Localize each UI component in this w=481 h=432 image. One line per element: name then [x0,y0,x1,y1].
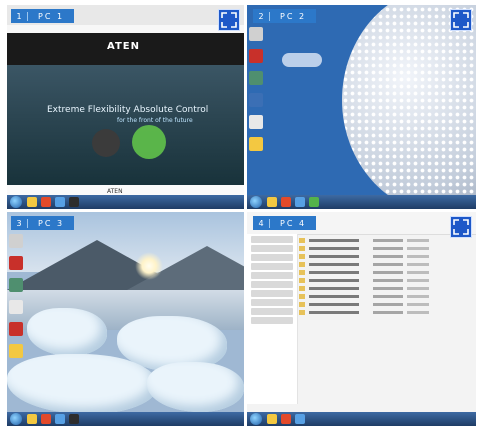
folder-icon[interactable] [9,344,23,358]
list-item[interactable] [299,253,472,260]
desktop-icons[interactable] [9,234,23,358]
pc4-number: 4 [253,218,270,228]
recycle-bin-icon[interactable] [249,27,263,41]
product-circle-dark [92,129,120,157]
browser-icon[interactable] [41,414,51,424]
pc2-label: PC 2 [280,11,307,21]
pdf-icon[interactable] [9,256,23,270]
app-icon[interactable] [295,414,305,424]
pdf-icon[interactable] [249,49,263,63]
file-icon[interactable] [9,300,23,314]
app-icon[interactable] [295,197,305,207]
list-item[interactable] [299,269,472,276]
pc1-label: PC 1 [38,11,65,21]
list-item[interactable] [299,261,472,268]
pc2-screen[interactable]: 2 PC 2 [247,5,476,209]
app-icon[interactable] [55,197,65,207]
list-item[interactable] [299,301,472,308]
pc1-screen[interactable]: ATEN Extreme Flexibility Absolute Contro… [7,5,244,209]
pc1-number: 1 [11,11,28,21]
taskbar[interactable] [7,412,244,426]
app-icon[interactable] [309,197,319,207]
sun [135,252,163,280]
pc3-badge: 3 PC 3 [11,216,75,230]
app-icon[interactable] [249,71,263,85]
aten-logo[interactable]: ATEN [107,41,140,52]
browser-footer [7,185,244,195]
app-icon[interactable] [9,322,23,336]
pc3-number: 3 [11,218,28,228]
explorer-nav-pane[interactable] [247,234,298,404]
fullscreen-icon[interactable] [218,9,240,31]
pc1-badge: 1 PC 1 [11,9,75,23]
pc4-label: PC 4 [280,218,307,228]
taskbar[interactable] [247,412,476,426]
cloud-graphic [282,53,322,67]
list-item[interactable] [299,285,472,292]
hero-banner: Extreme Flexibility Absolute Control for… [7,65,244,193]
windows-start-icon[interactable] [250,413,262,425]
list-item[interactable] [299,293,472,300]
browser-icon[interactable] [281,197,291,207]
ice-block [27,308,107,356]
folder-icon[interactable] [249,137,263,151]
site-navbar: ATEN [7,33,244,65]
pc2-badge: 2 PC 2 [253,9,317,23]
ice-block [7,354,157,414]
pc3-screen[interactable]: 3 PC 3 [7,212,244,426]
app-icon[interactable] [69,414,79,424]
list-item[interactable] [299,245,472,252]
fullscreen-icon[interactable] [450,9,472,31]
recycle-bin-icon[interactable] [9,234,23,248]
list-item[interactable] [299,277,472,284]
app-icon[interactable] [249,93,263,107]
folder-icon[interactable] [27,197,37,207]
pc3-label: PC 3 [38,218,65,228]
pc2-number: 2 [253,11,270,21]
hero-title: Extreme Flexibility Absolute Control [47,105,209,115]
list-item[interactable] [299,237,472,244]
app-icon[interactable] [55,414,65,424]
pc4-screen[interactable]: 4 PC 4 [247,212,476,426]
folder-icon[interactable] [267,414,277,424]
taskbar[interactable] [247,195,476,209]
hero-subtitle: for the front of the future [117,117,193,124]
explorer-file-list[interactable] [299,236,472,406]
footer-logo: ATEN [107,188,123,195]
windows-start-icon[interactable] [10,413,22,425]
fullscreen-icon[interactable] [450,216,472,238]
browser-icon[interactable] [281,414,291,424]
windows-start-icon[interactable] [10,196,22,208]
windows-start-icon[interactable] [250,196,262,208]
desktop-icons[interactable] [249,27,263,151]
ice-block [147,362,244,412]
browser-icon[interactable] [41,197,51,207]
pc4-badge: 4 PC 4 [253,216,317,230]
app-icon[interactable] [69,197,79,207]
file-icon[interactable] [249,115,263,129]
folder-icon[interactable] [267,197,277,207]
taskbar[interactable] [7,195,244,209]
app-icon[interactable] [9,278,23,292]
folder-icon[interactable] [27,414,37,424]
list-item[interactable] [299,309,472,316]
sphere-wallpaper [342,5,476,209]
product-circle-green [132,125,166,159]
